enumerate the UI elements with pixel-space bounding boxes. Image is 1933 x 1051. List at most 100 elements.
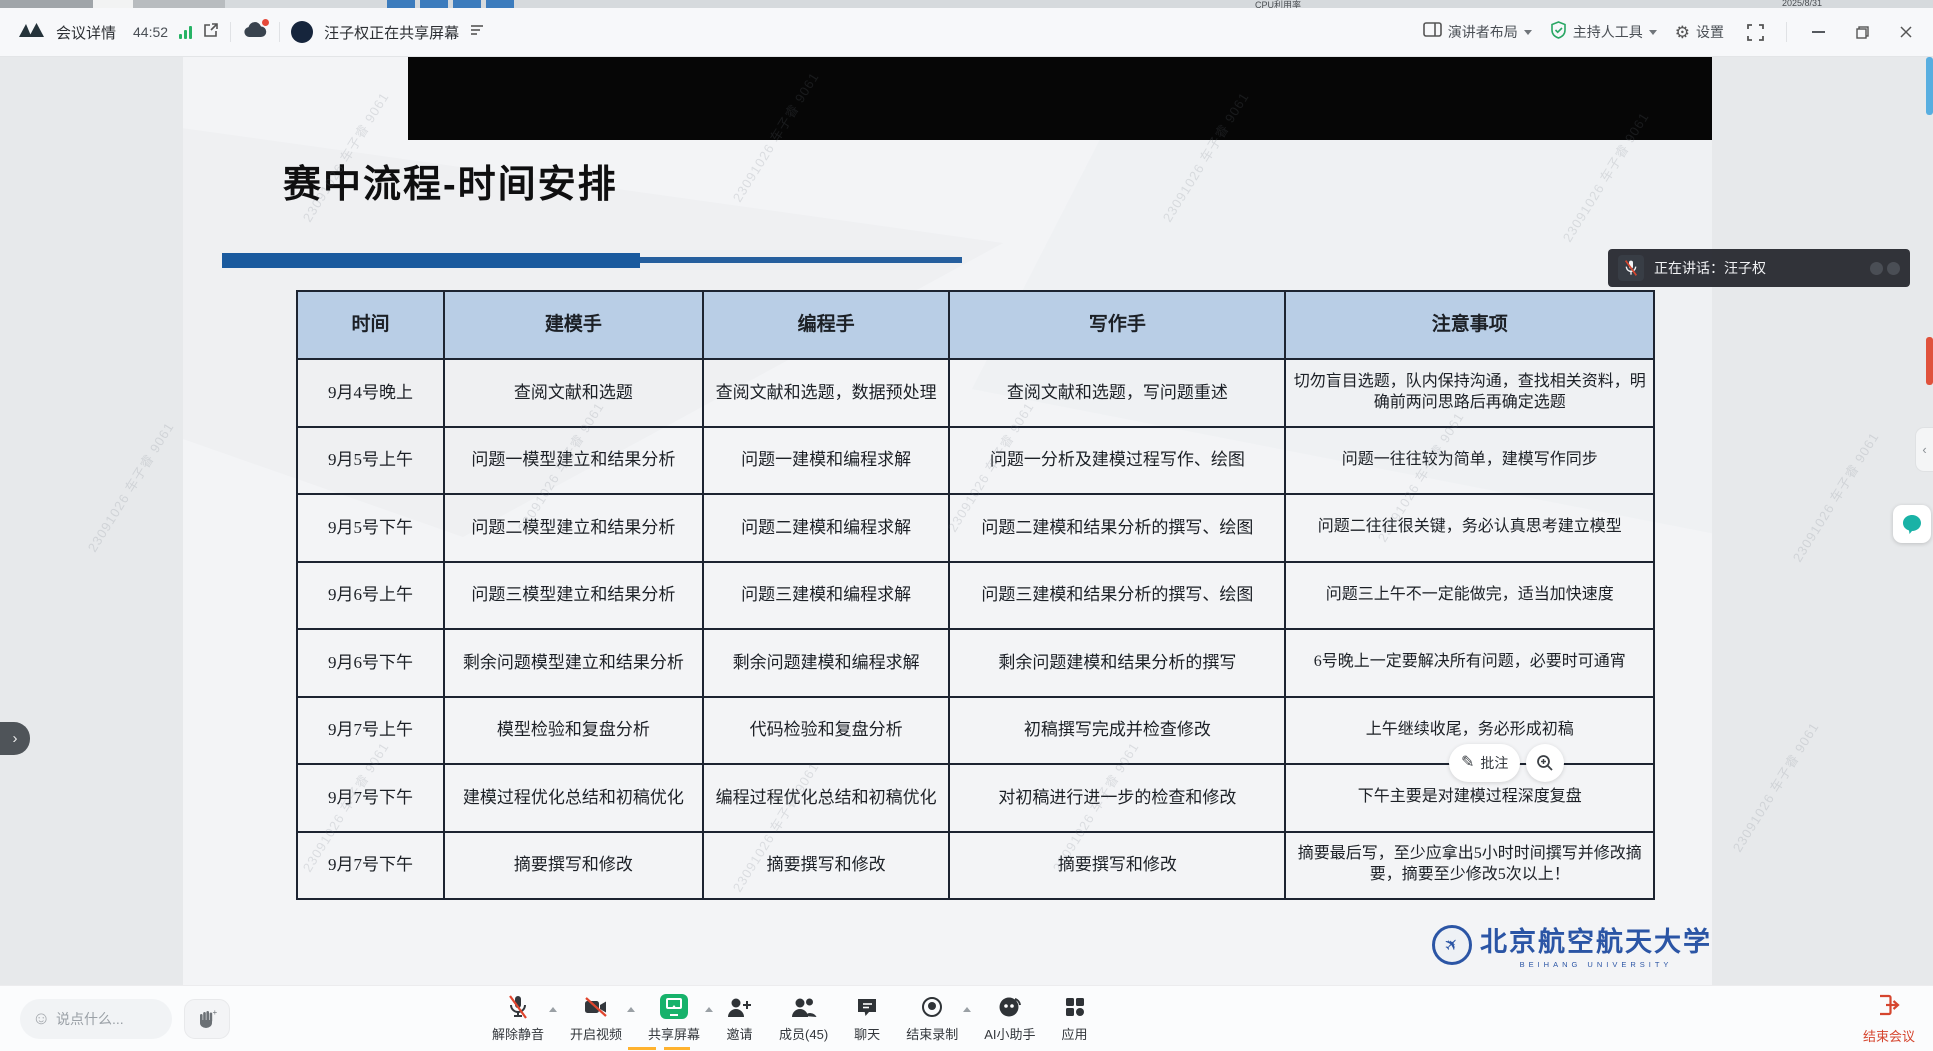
meeting-window: CPU利用率 2025/8/31 会议详情 44:52 汪子权正在共享屏幕 <box>0 0 1933 1051</box>
muted-mic-icon <box>1618 255 1644 281</box>
layout-label: 演讲者布局 <box>1448 22 1518 42</box>
slide-letterbox <box>408 57 1712 140</box>
chevron-up-icon[interactable] <box>549 1003 557 1012</box>
chevron-down-icon <box>1649 30 1657 39</box>
divider <box>230 22 231 42</box>
bottom-toolbar: ☺ + 解除静音 开启视频 <box>0 985 1933 1051</box>
close-button[interactable] <box>1893 19 1919 45</box>
table-cell: 问题三上午不一定能做完，适当加快速度 <box>1284 563 1653 629</box>
ai-assistant-button[interactable]: AI小助手 <box>984 993 1035 1043</box>
table-cell: 6号晚上一定要解决所有问题，必要时可通宵 <box>1284 630 1653 696</box>
table-header-cell: 写作手 <box>948 292 1284 358</box>
scrollbar-thumb-red[interactable] <box>1926 337 1933 385</box>
table-cell: 9月4号晚上 <box>298 360 443 426</box>
table-cell: 模型检验和复盘分析 <box>443 698 702 764</box>
table-cell: 剩余问题建模和编程求解 <box>702 630 949 696</box>
host-tools-label: 主持人工具 <box>1573 22 1643 42</box>
table-cell: 问题二模型建立和结果分析 <box>443 495 702 561</box>
table-cell: 9月7号下午 <box>298 833 443 899</box>
host-tools-button[interactable]: 主持人工具 <box>1550 21 1657 44</box>
cloud-record-icon[interactable] <box>242 21 268 44</box>
meeting-details-button[interactable]: 会议详情 <box>56 22 116 43</box>
table-cell: 问题三模型建立和结果分析 <box>443 563 702 629</box>
expand-panel-handle[interactable]: › <box>0 722 30 755</box>
taskbar-accent <box>628 1047 656 1050</box>
chevron-up-icon[interactable] <box>963 1003 971 1012</box>
unmute-button[interactable]: 解除静音 <box>492 993 544 1043</box>
open-in-new-icon[interactable] <box>203 22 219 43</box>
table-row: 9月6号上午 问题三模型建立和结果分析 问题三建模和编程求解 问题三建模和结果分… <box>298 561 1653 629</box>
chat-button[interactable]: 聊天 <box>854 993 880 1043</box>
table-cell: 摘要撰写和修改 <box>443 833 702 899</box>
table-cell: 初稿撰写完成并检查修改 <box>948 698 1284 764</box>
table-cell: 代码检验和复盘分析 <box>702 698 949 764</box>
fullscreen-button[interactable] <box>1742 19 1768 45</box>
assistant-widget-button[interactable] <box>1893 505 1931 543</box>
mic-muted-icon <box>506 993 530 1020</box>
background-chart-bar <box>453 0 481 8</box>
scrollbar-thumb-blue[interactable] <box>1926 57 1933 115</box>
background-segment <box>93 0 133 8</box>
shield-check-icon <box>1550 21 1567 44</box>
table-row: 9月5号下午 问题二模型建立和结果分析 问题二建模和编程求解 问题二建模和结果分… <box>298 493 1653 561</box>
raise-hand-button[interactable]: + <box>184 999 230 1039</box>
table-cell: 查阅文献和选题，写问题重述 <box>948 360 1284 426</box>
divider <box>1786 22 1787 42</box>
sharing-options-icon[interactable] <box>470 23 484 41</box>
apps-grid-icon <box>1063 993 1087 1020</box>
background-window-strip: CPU利用率 2025/8/31 <box>0 0 1933 8</box>
emoji-icon[interactable]: ☺ <box>32 1008 50 1029</box>
end-meeting-button[interactable]: 结束会议 <box>1863 993 1915 1045</box>
table-row: 9月5号上午 问题一模型建立和结果分析 问题一建模和编程求解 问题一分析及建模过… <box>298 426 1653 494</box>
close-icon <box>1900 26 1912 38</box>
table-cell: 9月6号上午 <box>298 563 443 629</box>
table-cell: 问题一分析及建模过程写作、绘图 <box>948 428 1284 494</box>
table-cell: 问题三建模和结果分析的撰写、绘图 <box>948 563 1284 629</box>
chevron-left-icon: ‹ <box>1922 442 1926 457</box>
zoom-in-button[interactable] <box>1526 744 1564 782</box>
hand-icon: + <box>196 1008 218 1030</box>
table-cell: 9月5号上午 <box>298 428 443 494</box>
chevron-right-icon: › <box>13 730 18 747</box>
chat-bubble-icon <box>1901 513 1923 535</box>
table-cell: 查阅文献和选题，数据预处理 <box>702 360 949 426</box>
taskbar-accent <box>664 1047 690 1050</box>
share-screen-button[interactable]: 共享屏幕 <box>648 993 700 1043</box>
table-header-cell: 编程手 <box>702 292 949 358</box>
maximize-button[interactable] <box>1849 19 1875 45</box>
layout-selector[interactable]: 演讲者布局 <box>1423 22 1532 42</box>
share-screen-icon <box>660 993 688 1020</box>
chevron-up-icon[interactable] <box>627 1003 635 1012</box>
annotate-button[interactable]: ✎ 批注 <box>1449 744 1520 782</box>
stop-recording-button[interactable]: 结束录制 <box>906 993 958 1043</box>
meeting-timer: 44:52 <box>133 24 168 40</box>
divider <box>279 22 280 42</box>
table-row: 9月6号下午 剩余问题模型建立和结果分析 剩余问题建模和编程求解 剩余问题建模和… <box>298 628 1653 696</box>
minimize-button[interactable] <box>1805 19 1831 45</box>
exit-door-icon <box>1876 993 1902 1022</box>
members-button[interactable]: 成员(45) <box>779 993 828 1043</box>
camera-off-icon <box>583 993 609 1020</box>
table-header-cell: 注意事项 <box>1284 292 1653 358</box>
settings-button[interactable]: ⚙ 设置 <box>1675 22 1724 42</box>
watermark: 23091026 车子睿 9061 <box>1727 718 1823 855</box>
banner-decor <box>1870 262 1900 275</box>
collapse-panel-handle[interactable]: ‹ <box>1915 427 1933 472</box>
apps-button[interactable]: 应用 <box>1062 993 1088 1043</box>
invite-button[interactable]: 邀请 <box>726 993 753 1043</box>
annotate-label: 批注 <box>1480 753 1508 773</box>
watermark: 23091026 车子睿 9061 <box>1787 428 1883 565</box>
slide-title: 赛中流程-时间安排 <box>283 153 618 208</box>
table-cell: 问题二建模和结果分析的撰写、绘图 <box>948 495 1284 561</box>
chevron-up-icon[interactable] <box>705 1003 713 1012</box>
date-label: 2025/8/31 <box>1782 0 1822 8</box>
table-cell: 建模过程优化总结和初稿优化 <box>443 765 702 831</box>
table-header-cell: 建模手 <box>443 292 702 358</box>
table-cell: 9月7号下午 <box>298 765 443 831</box>
table-cell: 摘要撰写和修改 <box>702 833 949 899</box>
gear-icon: ⚙ <box>1675 24 1690 41</box>
table-cell: 问题二往往很关键，务必认真思考建立模型 <box>1284 495 1653 561</box>
table-header-cell: 时间 <box>298 292 443 358</box>
table-cell: 摘要最后写，至少应拿出5小时时间撰写并修改摘要，摘要至少修改5次以上！ <box>1284 833 1653 899</box>
start-video-button[interactable]: 开启视频 <box>570 993 622 1043</box>
